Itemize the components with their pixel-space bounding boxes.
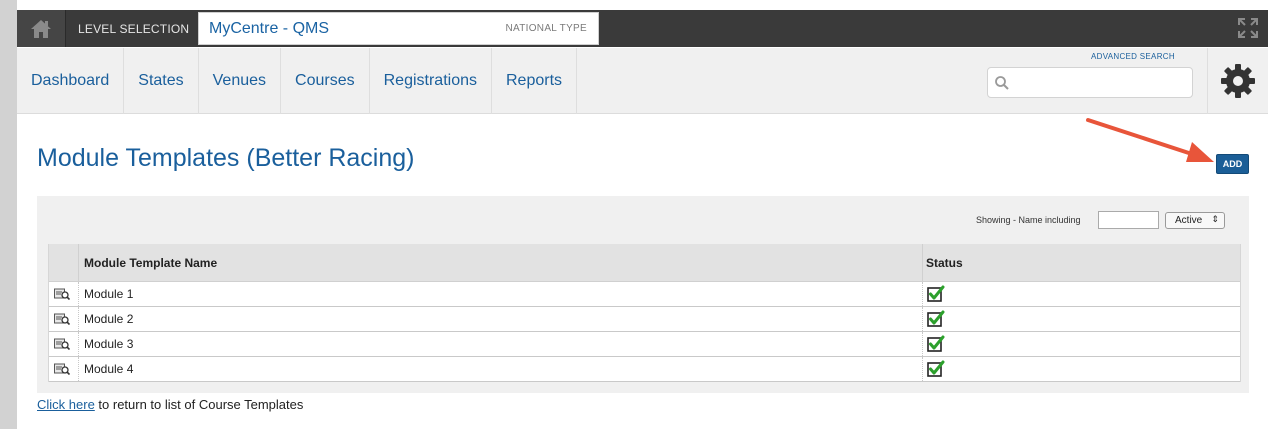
view-details-icon[interactable] [54, 288, 70, 300]
status-filter-value: Active [1175, 215, 1203, 226]
level-selector[interactable]: MyCentre - QMS NATIONAL TYPE [198, 12, 599, 45]
advanced-search-link[interactable]: ADVANCED SEARCH [1091, 52, 1175, 61]
table-header: Module Template Name Status [49, 244, 1240, 282]
view-details-icon[interactable] [54, 338, 70, 350]
nav-dashboard[interactable]: Dashboard [17, 48, 125, 114]
add-button[interactable]: ADD [1216, 154, 1249, 174]
table-body: Module 1 Module 2 Module 3 Module 4 [49, 282, 1240, 382]
table-row: Module 3 [49, 332, 1240, 357]
settings-button[interactable] [1207, 48, 1268, 114]
status-filter-select[interactable]: Active ⇕ [1165, 212, 1225, 229]
select-caret-icon: ⇕ [1211, 214, 1219, 224]
level-name: MyCentre - QMS [209, 20, 330, 37]
top-bar: LEVEL SELECTION MyCentre - QMS NATIONAL … [17, 10, 1268, 47]
active-check-icon [927, 360, 945, 377]
gear-icon [1221, 64, 1255, 98]
search-icon [995, 76, 1009, 90]
nav-courses[interactable]: Courses [281, 48, 370, 114]
row-status [923, 332, 1240, 356]
left-edge [0, 0, 17, 429]
nav-reports[interactable]: Reports [492, 48, 578, 114]
row-name[interactable]: Module 2 [79, 307, 923, 331]
header-name[interactable]: Module Template Name [79, 244, 923, 282]
search-input[interactable] [1016, 72, 1186, 94]
row-status [923, 307, 1240, 331]
expand-icon [1238, 18, 1258, 38]
view-details-icon[interactable] [54, 313, 70, 325]
level-type: NATIONAL TYPE [505, 23, 587, 34]
nav-registrations[interactable]: Registrations [370, 48, 492, 114]
row-status [923, 282, 1240, 306]
row-view-cell [49, 332, 79, 356]
active-check-icon [927, 335, 945, 352]
row-name[interactable]: Module 4 [79, 357, 923, 381]
nav-venues[interactable]: Venues [199, 48, 282, 114]
row-name[interactable]: Module 3 [79, 332, 923, 356]
annotation-arrow [1086, 118, 1214, 162]
footer-text: Click here to return to list of Course T… [37, 397, 303, 412]
templates-panel: Showing - Name including Active ⇕ Module… [37, 196, 1249, 393]
return-link[interactable]: Click here [37, 397, 95, 412]
active-check-icon [927, 310, 945, 327]
page-title: Module Templates (Better Racing) [37, 144, 415, 172]
row-view-cell [49, 357, 79, 381]
main-nav: Dashboard States Venues Courses Registra… [17, 48, 1268, 114]
filter-label: Showing - Name including [976, 215, 1081, 225]
table-row: Module 4 [49, 357, 1240, 382]
table-row: Module 2 [49, 307, 1240, 332]
level-selection-label: LEVEL SELECTION [78, 22, 190, 36]
expand-button[interactable] [1236, 16, 1260, 40]
name-filter-input[interactable] [1098, 211, 1159, 229]
header-actions [49, 244, 79, 282]
home-icon [31, 19, 51, 38]
templates-table: Module Template Name Status Module 1 Modu… [48, 244, 1241, 382]
search-box [987, 67, 1193, 98]
active-check-icon [927, 285, 945, 302]
footer-rest: to return to list of Course Templates [94, 397, 304, 412]
row-view-cell [49, 307, 79, 331]
view-details-icon[interactable] [54, 363, 70, 375]
table-row: Module 1 [49, 282, 1240, 307]
row-view-cell [49, 282, 79, 306]
header-status[interactable]: Status [923, 244, 1240, 282]
row-name[interactable]: Module 1 [79, 282, 923, 306]
home-button[interactable] [17, 10, 66, 47]
row-status [923, 357, 1240, 381]
nav-states[interactable]: States [124, 48, 199, 114]
page: LEVEL SELECTION MyCentre - QMS NATIONAL … [0, 0, 1268, 429]
